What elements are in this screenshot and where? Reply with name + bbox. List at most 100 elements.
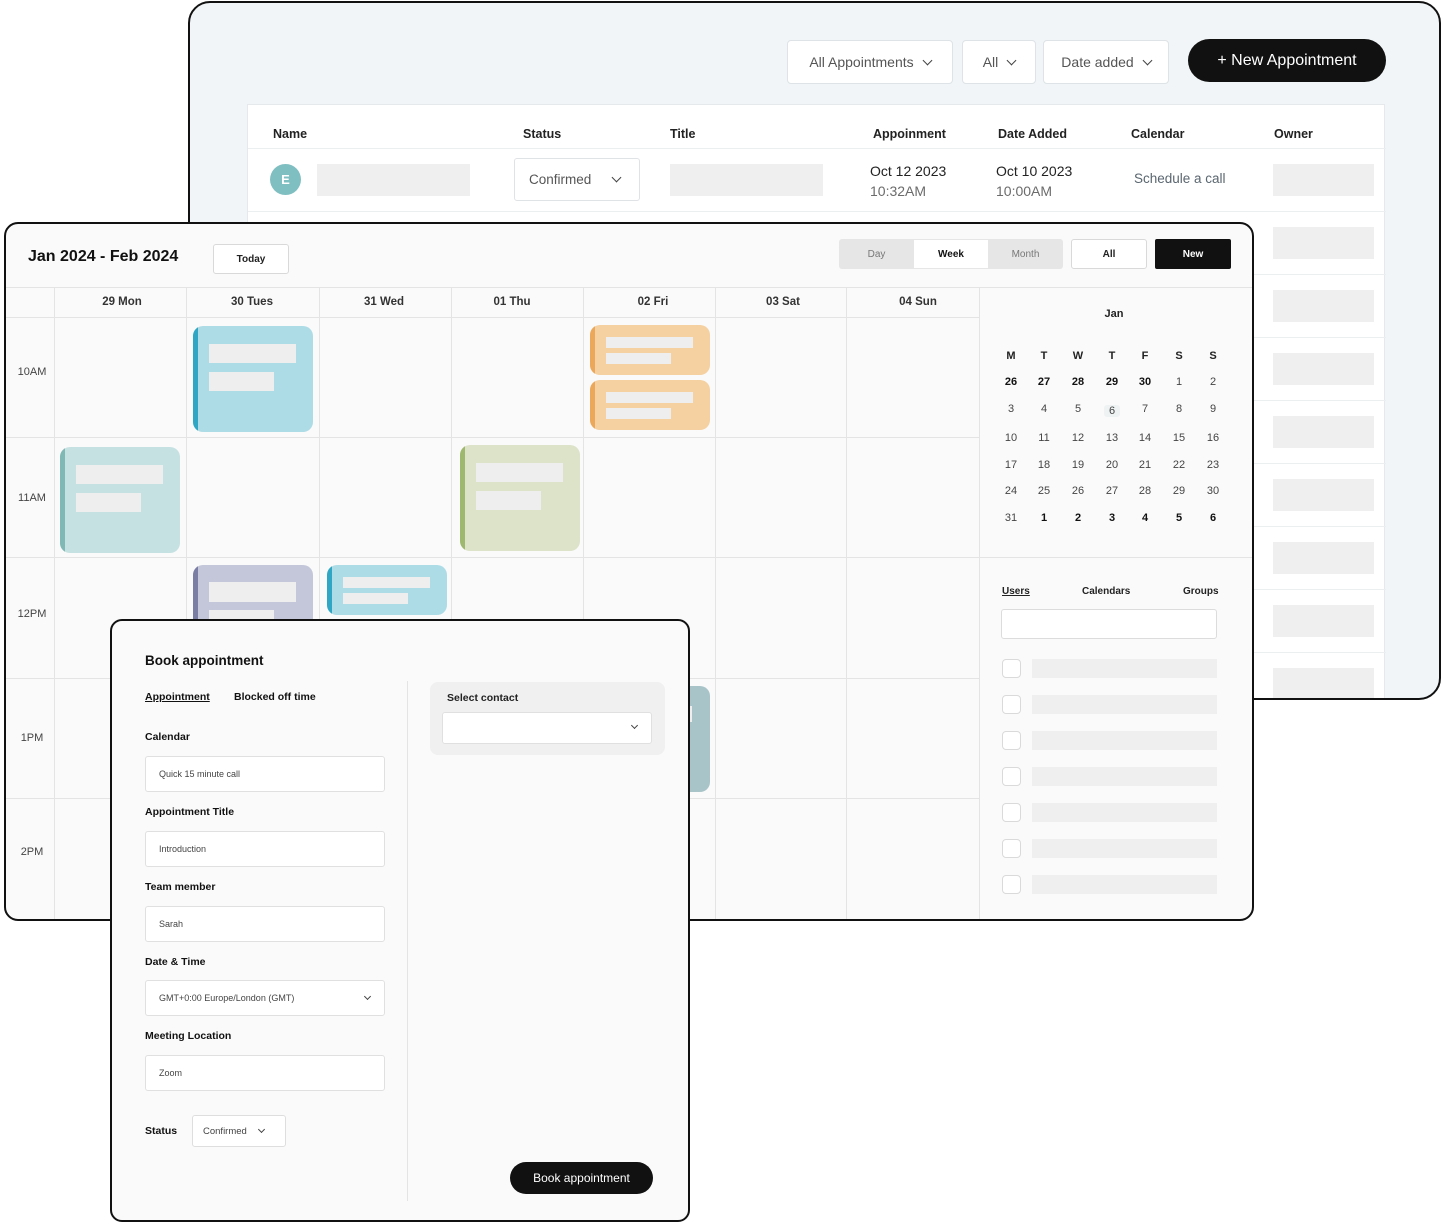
mini-calendar-day[interactable]: 26	[1063, 485, 1093, 497]
mini-calendar-day[interactable]: 5	[1063, 403, 1093, 415]
user-checkbox[interactable]	[1002, 695, 1021, 714]
mini-calendar-day[interactable]: 19	[1063, 459, 1093, 471]
mini-calendar-day[interactable]: 18	[1029, 459, 1059, 471]
calendar-link[interactable]: Schedule a call	[1134, 171, 1226, 186]
appointments-filter-dropdown[interactable]: All Appointments	[787, 40, 953, 84]
mini-calendar-day[interactable]: 24	[996, 485, 1026, 497]
view-day-button[interactable]: Day	[839, 239, 914, 269]
user-checkbox[interactable]	[1002, 767, 1021, 786]
day-header[interactable]: 01 Thu	[447, 296, 577, 308]
calendar-event[interactable]	[60, 447, 180, 553]
today-button[interactable]: Today	[213, 244, 289, 274]
mini-calendar-day[interactable]: 11	[1029, 432, 1059, 444]
mini-calendar-day[interactable]: 3	[1097, 512, 1127, 524]
new-event-button[interactable]: New	[1155, 239, 1231, 269]
mini-calendar-day[interactable]: 10	[996, 432, 1026, 444]
contact-select[interactable]	[442, 712, 652, 744]
mini-calendar-day[interactable]: 27	[1097, 485, 1127, 497]
mini-calendar-day[interactable]: 25	[1029, 485, 1059, 497]
tab-groups[interactable]: Groups	[1183, 586, 1219, 597]
table-row[interactable]: E Confirmed Oct 12 2023 10:32AM Oct 10 2…	[248, 148, 1386, 211]
mini-calendar-day[interactable]: 28	[1063, 376, 1093, 388]
mini-calendar-day[interactable]: 4	[1029, 403, 1059, 415]
mini-calendar-day[interactable]: 22	[1164, 459, 1194, 471]
tab-appointment[interactable]: Appointment	[145, 691, 210, 703]
column-header-date-added[interactable]: Date Added	[998, 127, 1067, 141]
user-checkbox[interactable]	[1002, 839, 1021, 858]
day-header[interactable]: 02 Fri	[588, 296, 718, 308]
calendar-event[interactable]	[590, 380, 710, 430]
mini-calendar-day[interactable]: 23	[1198, 459, 1228, 471]
user-search-input[interactable]	[1001, 609, 1217, 639]
mini-calendar-day[interactable]: 27	[1029, 376, 1059, 388]
mini-calendar-day[interactable]: 7	[1130, 403, 1160, 415]
mini-calendar-day[interactable]: 20	[1097, 459, 1127, 471]
appointment-title-field[interactable]: Introduction	[145, 831, 385, 867]
mini-calendar-day[interactable]: 29	[1097, 376, 1127, 388]
day-header[interactable]: 03 Sat	[718, 296, 848, 308]
column-header-title[interactable]: Title	[670, 127, 695, 141]
mini-calendar-day[interactable]: 8	[1164, 403, 1194, 415]
mini-calendar-day[interactable]: 30	[1198, 485, 1228, 497]
column-header-status[interactable]: Status	[523, 127, 561, 141]
mini-calendar-day[interactable]: 30	[1130, 376, 1160, 388]
day-header[interactable]: 31 Wed	[319, 296, 449, 308]
calendar-event[interactable]	[193, 326, 313, 432]
mini-calendar-day[interactable]: 28	[1130, 485, 1160, 497]
day-header[interactable]: 29 Mon	[57, 296, 187, 308]
user-checkbox[interactable]	[1002, 659, 1021, 678]
user-checkbox[interactable]	[1002, 875, 1021, 894]
mini-calendar-day[interactable]: 31	[996, 512, 1026, 524]
mini-calendar-day[interactable]: 4	[1130, 512, 1160, 524]
column-header-name[interactable]: Name	[273, 127, 307, 141]
calendar-event[interactable]	[327, 565, 447, 615]
mini-calendar-day[interactable]: 16	[1198, 432, 1228, 444]
mini-calendar-day[interactable]: 3	[996, 403, 1026, 415]
view-week-button[interactable]: Week	[914, 239, 988, 269]
day-header[interactable]: 04 Sun	[853, 296, 983, 308]
all-calendars-button[interactable]: All	[1071, 239, 1147, 269]
user-checkbox[interactable]	[1002, 731, 1021, 750]
mini-calendar-day[interactable]: 6	[1198, 512, 1228, 524]
chevron-down-icon	[922, 55, 933, 65]
mini-calendar-day[interactable]: 2	[1063, 512, 1093, 524]
meeting-location-field[interactable]: Zoom	[145, 1055, 385, 1091]
calendar-event[interactable]	[590, 325, 710, 375]
event-detail-placeholder	[476, 491, 541, 510]
user-checkbox[interactable]	[1002, 803, 1021, 822]
timezone-select[interactable]: GMT+0:00 Europe/London (GMT)	[145, 980, 385, 1016]
mini-calendar-day[interactable]: 12	[1063, 432, 1093, 444]
mini-calendar-day[interactable]: 14	[1130, 432, 1160, 444]
team-member-field[interactable]: Sarah	[145, 906, 385, 942]
mini-calendar-day[interactable]: 6	[1104, 405, 1120, 417]
calendar-field[interactable]: Quick 15 minute call	[145, 756, 385, 792]
type-filter-dropdown[interactable]: All	[962, 40, 1036, 84]
tab-users[interactable]: Users	[1002, 586, 1030, 597]
mini-calendar-day[interactable]: 13	[1097, 432, 1127, 444]
column-header-owner[interactable]: Owner	[1274, 127, 1313, 141]
meeting-location-label: Meeting Location	[145, 1030, 232, 1042]
chevron-down-icon	[611, 172, 622, 183]
sort-dropdown[interactable]: Date added	[1043, 40, 1169, 84]
mini-calendar-day[interactable]: 15	[1164, 432, 1194, 444]
view-month-button[interactable]: Month	[988, 239, 1063, 269]
book-appointment-button[interactable]: Book appointment	[510, 1162, 653, 1194]
mini-calendar-day[interactable]: 26	[996, 376, 1026, 388]
day-header[interactable]: 30 Tues	[187, 296, 317, 308]
mini-calendar-day[interactable]: 1	[1164, 376, 1194, 388]
mini-calendar-day[interactable]: 21	[1130, 459, 1160, 471]
column-header-calendar[interactable]: Calendar	[1131, 127, 1185, 141]
mini-calendar-day[interactable]: 9	[1198, 403, 1228, 415]
calendar-event[interactable]	[460, 445, 580, 551]
column-header-appointment[interactable]: Appoinment	[873, 127, 946, 141]
mini-calendar-day[interactable]: 2	[1198, 376, 1228, 388]
mini-calendar-day[interactable]: 17	[996, 459, 1026, 471]
status-dropdown[interactable]: Confirmed	[514, 158, 640, 201]
tab-calendars[interactable]: Calendars	[1082, 586, 1130, 597]
status-select[interactable]: Confirmed	[192, 1115, 286, 1147]
tab-blocked-off-time[interactable]: Blocked off time	[234, 691, 316, 703]
mini-calendar-day[interactable]: 5	[1164, 512, 1194, 524]
new-appointment-button[interactable]: + New Appointment	[1188, 39, 1386, 82]
mini-calendar-day[interactable]: 1	[1029, 512, 1059, 524]
mini-calendar-day[interactable]: 29	[1164, 485, 1194, 497]
